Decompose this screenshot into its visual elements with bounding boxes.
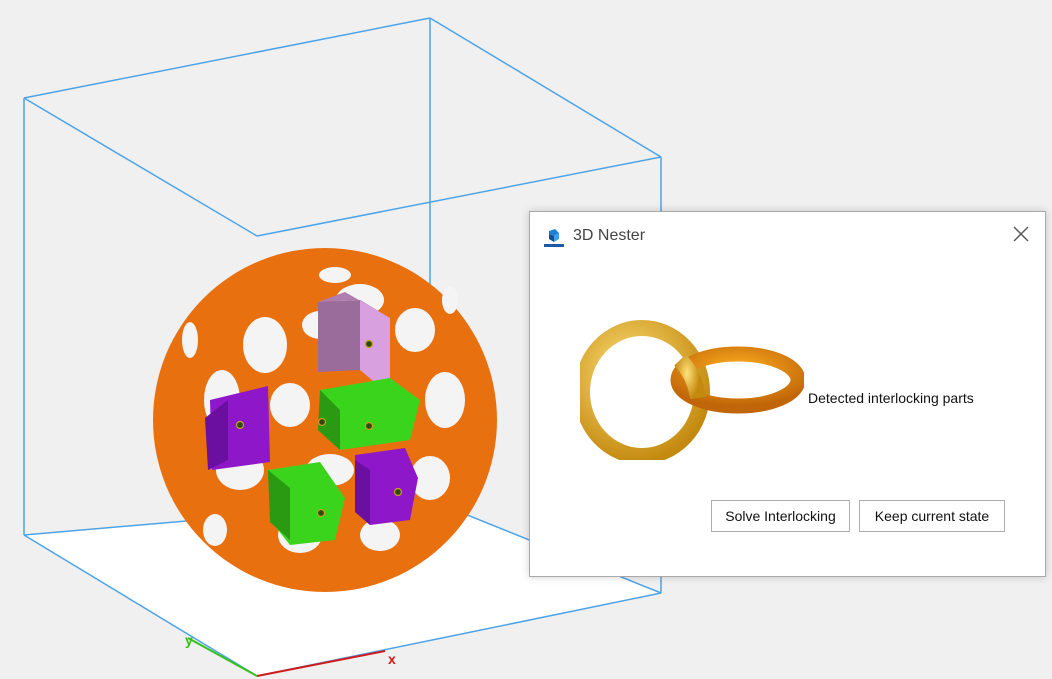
solve-interlocking-button[interactable]: Solve Interlocking <box>711 500 850 532</box>
3d-nester-logo-icon <box>544 229 564 247</box>
keep-current-state-button[interactable]: Keep current state <box>859 500 1005 532</box>
x-axis-label: x <box>388 651 396 667</box>
close-icon[interactable] <box>1011 225 1031 245</box>
lattice-sphere <box>153 248 497 592</box>
dialog-title: 3D Nester <box>573 227 646 244</box>
nester-dialog: 3D Nester Detected interlocking parts So… <box>529 211 1046 577</box>
dialog-message: Detected interlocking parts <box>808 390 974 406</box>
y-axis-label: y <box>185 632 193 648</box>
dialog-titlebar: 3D Nester <box>530 212 1045 260</box>
interlocking-rings-icon <box>580 320 804 460</box>
